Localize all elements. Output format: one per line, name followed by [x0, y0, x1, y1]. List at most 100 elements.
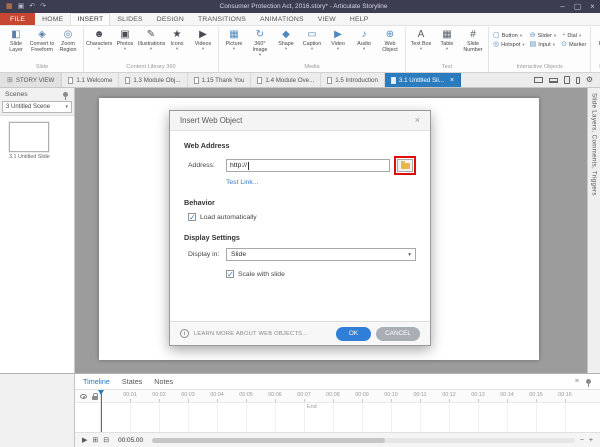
collapse-rows-icon[interactable]: ⊟: [103, 437, 109, 444]
gridline: [478, 403, 479, 432]
menu-tab-insert[interactable]: INSERT: [70, 13, 111, 25]
laptop-view-icon[interactable]: [548, 77, 558, 83]
ribbon-button-audio[interactable]: ♪ Audio ▾: [351, 27, 377, 51]
menu-tab-file[interactable]: FILE: [0, 13, 36, 25]
eye-icon[interactable]: [80, 394, 87, 399]
minimize-button[interactable]: –: [555, 0, 570, 13]
undo-icon[interactable]: ↶: [29, 0, 35, 13]
caret-down-icon: ▾: [519, 32, 523, 38]
ribbon-button-dial[interactable]: ◔ Dial ▾: [561, 32, 586, 39]
ribbon-button-picture[interactable]: ▦ Picture ▾: [221, 27, 247, 51]
browse-button[interactable]: [397, 159, 413, 172]
ribbon-button-icons[interactable]: ★ Icons ▾: [164, 27, 190, 51]
close-button[interactable]: ×: [585, 0, 600, 13]
slide-tab-1-5-introduction[interactable]: 1.5 Introduction: [321, 73, 385, 87]
ribbon-button-caption[interactable]: ▭ Caption ▾: [299, 27, 325, 51]
panel-menu-icon[interactable]: ≡: [575, 378, 579, 385]
ribbon-button-text-box[interactable]: A Text Box ▾: [408, 27, 434, 51]
main-area: Scenes 3 Untitled Scene ▾ 3.1 Untitled S…: [0, 88, 600, 373]
ribbon-button-slide-number[interactable]: # Slide Number: [460, 27, 486, 53]
slide-thumbnail[interactable]: [9, 122, 49, 152]
ruler-tick-label: 00:14: [500, 392, 514, 398]
ribbon-button-slider[interactable]: ⊖ Slider ▾: [530, 32, 556, 39]
ribbon-button-photos[interactable]: ▣ Photos ▾: [112, 27, 138, 51]
story-view-label: STORY VIEW: [15, 76, 55, 84]
timeline-tracks[interactable]: End: [75, 403, 600, 432]
address-input[interactable]: http://: [226, 159, 390, 172]
slide-tab-label: 1.1 Welcome: [76, 76, 113, 84]
test-link[interactable]: Test Link...: [226, 179, 416, 186]
timeline-tab-notes[interactable]: Notes: [154, 377, 173, 386]
ribbon-button-preview[interactable]: ▶Preview▾: [593, 27, 600, 51]
phone-view-icon[interactable]: [575, 76, 580, 84]
ribbon-button-marker[interactable]: ⊙ Marker: [561, 41, 586, 48]
redo-icon[interactable]: ↷: [40, 0, 46, 13]
menu-tab-animations[interactable]: ANIMATIONS: [253, 13, 311, 25]
lock-icon[interactable]: [92, 393, 98, 400]
scale-with-slide-option[interactable]: ✓ Scale with slide: [226, 270, 416, 279]
slide-tab-1-15-thank-you[interactable]: 1.15 Thank You: [188, 73, 252, 87]
ribbon-button-hotspot[interactable]: ◎ Hotspot ▾: [493, 41, 525, 48]
ribbon-button-video[interactable]: ▶ Video ▾: [325, 27, 351, 51]
slide-tab-3-1-untitled-sli[interactable]: 3.1 Untitled Sli... ×: [384, 73, 462, 87]
ribbon-button-input[interactable]: ▤ Input ▾: [530, 41, 556, 48]
menu-tab-help[interactable]: HELP: [343, 13, 376, 25]
save-icon[interactable]: ▣: [18, 0, 25, 13]
slide-tab-1-3-module-obj[interactable]: 1.3 Module Obj...: [119, 73, 188, 87]
ribbon-button-360-image[interactable]: ↻ 360° Image ▾: [247, 27, 273, 57]
dialog-header[interactable]: Insert Web Object ×: [170, 111, 430, 131]
load-automatically-checkbox[interactable]: ✓: [188, 213, 196, 222]
caret-down-icon: ▾: [258, 52, 262, 57]
timeline-scrollbar[interactable]: [152, 437, 575, 443]
timeline-ruler[interactable]: 00:01 00:02 00:03 00:04 00:05 00:06 00:07 00:08…: [75, 390, 600, 403]
ribbon-button-label: Marker: [568, 41, 587, 48]
ribbon-button-button[interactable]: ▢ Button ▾: [493, 32, 525, 39]
gear-icon[interactable]: ⚙: [586, 76, 593, 84]
menu-tab-transitions[interactable]: TRANSITIONS: [191, 13, 253, 25]
pin-icon[interactable]: [586, 379, 591, 387]
ribbon-button-convert-to-freeform[interactable]: ◈ Convert to Freeform: [29, 27, 55, 53]
timeline-tab-timeline[interactable]: Timeline: [83, 377, 110, 386]
ribbon: ◧ Slide Layer ◈ Convert to Freeform ◎ Zoom Re…: [0, 26, 600, 73]
slide-tab-1-1-welcome[interactable]: 1.1 Welcome: [62, 73, 120, 87]
dialog-close-icon[interactable]: ×: [415, 116, 420, 125]
scale-with-slide-checkbox[interactable]: ✓: [226, 270, 234, 279]
playhead[interactable]: [98, 390, 104, 432]
play-button[interactable]: ▶: [82, 437, 87, 444]
slide-tab-1-4-module-ove[interactable]: 1.4 Module Ove...: [251, 73, 322, 87]
pin-icon[interactable]: [63, 92, 68, 100]
scrollbar-thumb[interactable]: [152, 437, 385, 443]
load-automatically-option[interactable]: ✓ Load automatically: [188, 213, 416, 222]
ribbon-button-slide-layer[interactable]: ◧ Slide Layer: [3, 27, 29, 53]
zoom-in-button[interactable]: +: [589, 437, 593, 444]
timeline-body: 00:01 00:02 00:03 00:04 00:05 00:06 00:07 00:08…: [75, 390, 600, 432]
zoom-out-button[interactable]: −: [580, 437, 584, 444]
desktop-view-icon[interactable]: [533, 77, 543, 83]
ribbon-button-label: Button: [501, 32, 518, 39]
cancel-button[interactable]: CANCEL: [376, 326, 420, 341]
story-view-button[interactable]: ⊞ STORY VIEW: [0, 73, 63, 87]
menu-tab-home[interactable]: HOME: [35, 13, 70, 25]
menu-tab-view[interactable]: VIEW: [311, 13, 343, 25]
ribbon-button-table[interactable]: ▦ Table ▾: [434, 27, 460, 51]
ribbon-button-zoom-region[interactable]: ◎ Zoom Region: [55, 27, 81, 53]
tablet-view-icon[interactable]: [563, 76, 570, 84]
ribbon-button-characters[interactable]: ☻ Characters ▾: [86, 27, 112, 51]
menu-tab-design[interactable]: DESIGN: [150, 13, 191, 25]
ribbon-button-shape[interactable]: ◆ Shape ▾: [273, 27, 299, 51]
learn-more-link[interactable]: LEARN MORE ABOUT WEB OBJECTS...: [194, 331, 331, 337]
scene-dropdown[interactable]: 3 Untitled Scene ▾: [2, 101, 72, 113]
expand-rows-icon[interactable]: ⊞: [92, 437, 98, 444]
maximize-button[interactable]: ▢: [570, 0, 585, 13]
gridline: [246, 403, 247, 432]
ribbon-button-web-object[interactable]: ⊕ Web Object: [377, 27, 403, 53]
timeline-tab-states[interactable]: States: [122, 377, 142, 386]
ok-button[interactable]: OK: [335, 326, 372, 341]
ribbon-button-illustrations[interactable]: ✎ Illustrations ▾: [138, 27, 165, 51]
close-tab-icon[interactable]: ×: [450, 77, 454, 84]
ribbon-button-videos[interactable]: ▶ Videos ▾: [190, 27, 216, 51]
collapsed-side-panels[interactable]: Slide Layers, Comments, Triggers: [587, 88, 600, 373]
menu-tab-slides[interactable]: SLIDES: [110, 13, 149, 25]
display-in-select[interactable]: Slide ▾: [226, 248, 416, 261]
ruler-tick-mark: [449, 399, 450, 402]
